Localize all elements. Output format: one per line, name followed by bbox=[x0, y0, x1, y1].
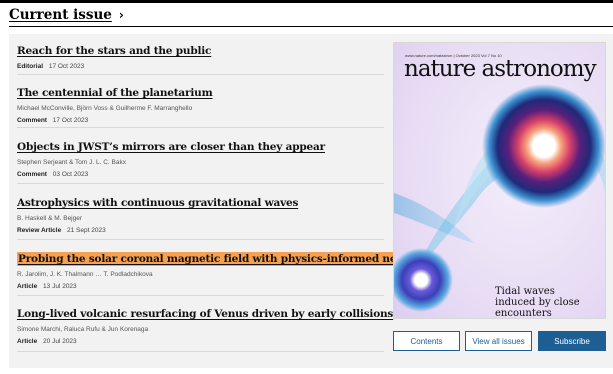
list-item: Long-lived volcanic resurfacing of Venus… bbox=[17, 304, 393, 346]
list-item: Reach for the stars and the public Edito… bbox=[17, 41, 384, 71]
article-meta: Review Article 21 Sept 2023 bbox=[17, 226, 384, 235]
article-authors: R. Jarolim, J. K. Thalmann … T. Podladch… bbox=[17, 271, 153, 278]
divider bbox=[17, 74, 384, 75]
chevron-right-icon: › bbox=[118, 8, 124, 22]
divider bbox=[17, 351, 384, 352]
journal-cover-image[interactable]: www.nature.com/natastron | October 2023 … bbox=[393, 42, 606, 319]
article-type: Review Article bbox=[17, 227, 62, 234]
article-title-link[interactable]: Reach for the stars and the public bbox=[17, 44, 211, 58]
current-issue-link[interactable]: Current issue › bbox=[9, 7, 124, 23]
article-date: 03 Oct 2023 bbox=[52, 171, 89, 178]
article-date: 21 Sept 2023 bbox=[67, 227, 106, 234]
divider bbox=[17, 239, 384, 240]
article-title-link[interactable]: Astrophysics with continuous gravitation… bbox=[17, 196, 298, 210]
article-authors: B. Haskell & M. Bejger bbox=[17, 215, 83, 222]
article-type: Article bbox=[17, 338, 38, 345]
article-meta: Article 13 Jul 2023 bbox=[17, 282, 384, 291]
section-divider bbox=[9, 26, 613, 27]
top-rule bbox=[0, 0, 613, 3]
article-date: 13 Jul 2023 bbox=[43, 283, 77, 290]
cover-title: nature astronomy bbox=[404, 56, 597, 82]
article-title-link[interactable]: Objects in JWST’s mirrors are closer tha… bbox=[17, 140, 325, 154]
subscribe-button[interactable]: Subscribe bbox=[538, 331, 606, 351]
list-item: The centennial of the planetarium Michae… bbox=[17, 83, 384, 125]
article-type: Comment bbox=[17, 171, 47, 178]
article-meta: Article 20 Jul 2023 bbox=[17, 337, 384, 346]
article-date: 17 Oct 2023 bbox=[48, 63, 85, 70]
divider bbox=[17, 183, 384, 184]
article-meta: Comment 03 Oct 2023 bbox=[17, 170, 384, 179]
cover-artwork bbox=[394, 43, 605, 318]
article-type: Comment bbox=[17, 117, 47, 124]
article-date: 20 Jul 2023 bbox=[43, 338, 77, 345]
current-issue-panel: Reach for the stars and the public Edito… bbox=[9, 34, 613, 368]
article-meta: Editorial 17 Oct 2023 bbox=[17, 62, 384, 71]
list-item: Objects in JWST’s mirrors are closer tha… bbox=[17, 137, 384, 179]
article-meta: Comment 17 Oct 2023 bbox=[17, 116, 384, 125]
list-item: Astrophysics with continuous gravitation… bbox=[17, 193, 384, 235]
list-item: Probing the solar coronal magnetic field… bbox=[17, 249, 477, 291]
article-type: Editorial bbox=[17, 63, 44, 70]
article-type: Article bbox=[17, 283, 38, 290]
article-date: 17 Oct 2023 bbox=[52, 117, 89, 124]
divider bbox=[17, 295, 384, 296]
article-authors: Stephen Serjeant & Tom J. L. C. Bakx bbox=[17, 159, 126, 166]
section-title: Current issue bbox=[9, 7, 112, 23]
contents-button[interactable]: Contents bbox=[393, 331, 460, 351]
article-title-link[interactable]: Long-lived volcanic resurfacing of Venus… bbox=[17, 307, 393, 321]
cover-caption: Tidal waves induced by close encounters bbox=[495, 286, 580, 319]
article-title-link[interactable]: The centennial of the planetarium bbox=[17, 86, 213, 100]
view-all-issues-button[interactable]: View all issues bbox=[465, 331, 532, 351]
article-authors: Michael McConville, Björn Voss & Guilher… bbox=[17, 105, 193, 112]
divider bbox=[17, 127, 384, 128]
article-authors: Simone Marchi, Raluca Rufu & Jun Korenag… bbox=[17, 326, 149, 333]
